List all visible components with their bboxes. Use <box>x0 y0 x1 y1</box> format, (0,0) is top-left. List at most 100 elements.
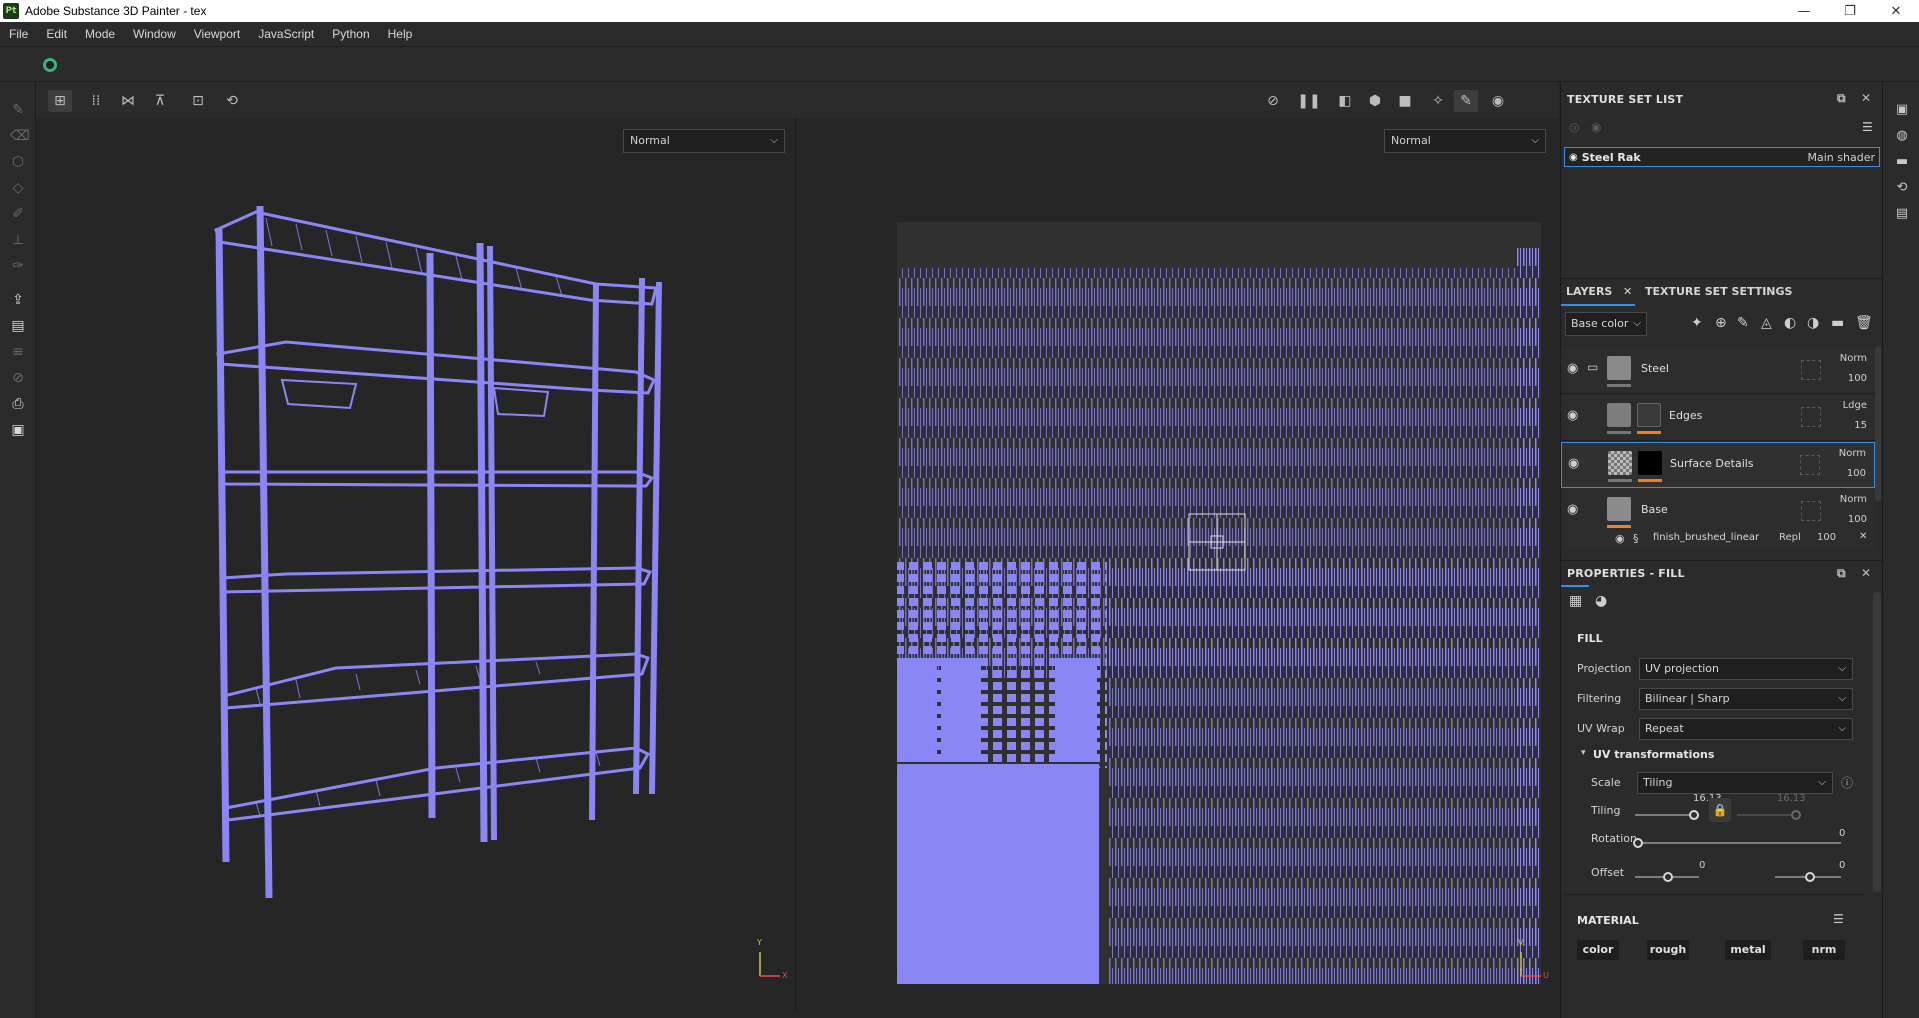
eye-icon[interactable]: ◉ <box>1567 502 1578 517</box>
tiling-grid-icon[interactable]: ⁞⁞ <box>84 90 108 112</box>
menu-python[interactable]: Python <box>323 27 378 41</box>
info-icon[interactable]: ⓘ <box>1841 774 1853 791</box>
material-menu-icon[interactable]: ☰ <box>1833 912 1844 926</box>
layer-opacity[interactable]: 100 <box>1848 514 1867 525</box>
display-settings-icon[interactable]: ▣ <box>10 422 26 438</box>
float-panel-icon[interactable]: ⧉ <box>1837 91 1846 106</box>
eye-icon[interactable]: ◉ <box>1615 532 1625 545</box>
layer-blend-mode[interactable]: Norm <box>1840 494 1867 505</box>
shelf-icon[interactable]: ▬ <box>1894 154 1910 170</box>
rotation-value[interactable]: 0 <box>1839 828 1845 839</box>
fill-settings-icon[interactable]: ▦ <box>1569 593 1582 609</box>
menu-edit[interactable]: Edit <box>37 27 76 41</box>
effect-row[interactable]: ◉ § finish_brushed_linear Repl 100 ✕ <box>1561 528 1875 550</box>
folder-icon[interactable]: ▭ <box>1587 360 1598 374</box>
uv-wrap-select[interactable]: Repeat ⌵ <box>1639 718 1853 740</box>
effect-opacity[interactable]: 100 <box>1817 532 1836 543</box>
layer-opacity[interactable]: 100 <box>1847 468 1866 479</box>
display-icon[interactable]: ▣ <box>1894 102 1910 118</box>
maximize-button[interactable]: ❐ <box>1827 0 1873 22</box>
effect-blend-mode[interactable]: Repl <box>1779 532 1801 543</box>
material-nrm-toggle[interactable]: nrm <box>1803 940 1845 960</box>
add-folder-icon[interactable]: ▬ <box>1831 315 1844 331</box>
add-effect-icon[interactable]: ⊕ <box>1715 315 1727 331</box>
eye-icon[interactable]: ◉ <box>1567 361 1578 376</box>
offset-v-handle[interactable] <box>1805 872 1815 882</box>
remove-effect-icon[interactable]: ✕ <box>1859 531 1867 542</box>
layers-scrollbar[interactable] <box>1875 346 1881 502</box>
layer-opacity[interactable]: 100 <box>1848 373 1867 384</box>
close-panel-icon[interactable]: ✕ <box>1861 566 1871 580</box>
history-icon[interactable]: ⟲ <box>1894 180 1910 196</box>
offset-u-value[interactable]: 0 <box>1699 860 1705 871</box>
magic-wand-icon[interactable]: ✦ <box>1691 315 1703 331</box>
material-sphere-icon[interactable]: ◕ <box>1595 593 1607 609</box>
add-mask-icon[interactable]: ◐ <box>1784 315 1796 331</box>
channel-select[interactable]: Base color ⌵ <box>1565 312 1647 336</box>
menu-lines-icon[interactable]: ☰ <box>1862 120 1873 134</box>
offset-v-value[interactable]: 0 <box>1839 860 1845 871</box>
hide-icon[interactable]: ⊘ <box>1261 90 1285 112</box>
transform-icon[interactable]: ⊘ <box>10 370 26 386</box>
properties-scrollbar[interactable] <box>1873 592 1881 892</box>
texture-set-item[interactable]: ◉ Steel Rak Main shader <box>1564 147 1880 167</box>
layer-blend-mode[interactable]: Ldge <box>1843 400 1867 411</box>
material-color-toggle[interactable]: color <box>1577 940 1619 960</box>
camera-icon[interactable]: ■ <box>1393 90 1417 112</box>
rotation-slider[interactable] <box>1635 842 1841 844</box>
log-icon[interactable]: ▤ <box>1894 206 1910 222</box>
frame-icon[interactable]: ⊡ <box>186 90 210 112</box>
polygon-fill-icon[interactable]: ◇ <box>10 180 26 196</box>
measure-icon[interactable]: ≡ <box>10 344 26 360</box>
menu-file[interactable]: File <box>0 27 37 41</box>
menu-mode[interactable]: Mode <box>76 27 124 41</box>
delete-layer-icon[interactable]: 🗑 <box>1855 315 1873 331</box>
light-icon[interactable]: ✧ <box>1426 90 1450 112</box>
eraser-icon[interactable]: ⌫ <box>10 128 30 144</box>
layer-opacity[interactable]: 15 <box>1854 420 1867 431</box>
tab-layers[interactable]: LAYERS <box>1566 285 1612 298</box>
add-paint-layer-icon[interactable]: ✎ <box>1737 315 1749 331</box>
projection-select[interactable]: UV projection ⌵ <box>1639 658 1853 680</box>
tiling-u-handle[interactable] <box>1689 810 1699 820</box>
symmetry-grid-icon[interactable]: ⊞ <box>48 90 72 112</box>
cube-view-icon[interactable]: ⬢ <box>1363 90 1387 112</box>
eye-icon[interactable]: ◉ <box>1567 408 1578 423</box>
lock-icon[interactable]: 🔒 <box>1709 798 1731 822</box>
visibility-off-icon[interactable]: ◎ <box>1569 120 1579 134</box>
paint-brush-icon[interactable]: ✎ <box>10 102 26 118</box>
history-icon[interactable]: ⟲ <box>220 90 244 112</box>
rotation-handle[interactable] <box>1633 838 1643 848</box>
add-smart-material-icon[interactable]: ◑ <box>1807 315 1819 331</box>
layer-blend-mode[interactable]: Norm <box>1840 353 1867 364</box>
layer-surface-details[interactable]: ◉ Surface Details Norm 100 <box>1561 442 1875 488</box>
scale-select[interactable]: Tiling ⌵ <box>1637 772 1833 794</box>
layer-blend-mode[interactable]: Norm <box>1839 448 1866 459</box>
viewport-3d[interactable]: Normal ⌵ Y X <box>36 118 796 1011</box>
offset-u-handle[interactable] <box>1663 872 1673 882</box>
tab-texture-set-settings[interactable]: TEXTURE SET SETTINGS <box>1645 285 1792 298</box>
mask-slot[interactable] <box>1801 360 1821 380</box>
menu-javascript[interactable]: JavaScript <box>249 27 323 41</box>
mask-slot[interactable] <box>1800 455 1820 475</box>
menu-window[interactable]: Window <box>124 27 185 41</box>
projection-icon[interactable]: ⬡ <box>10 154 26 170</box>
uv-transform-title[interactable]: UV transformations <box>1593 748 1714 761</box>
eye-icon[interactable]: ◉ <box>1591 120 1601 134</box>
layer-edges[interactable]: ◉ Edges Ldge 15 <box>1561 395 1875 441</box>
sync-status-icon[interactable] <box>43 58 57 72</box>
environment-icon[interactable]: ◍ <box>1894 128 1910 144</box>
mirror-x-icon[interactable]: ⋈ <box>116 90 140 112</box>
mask-slot[interactable] <box>1801 501 1821 521</box>
add-fill-layer-icon[interactable]: ◬ <box>1761 315 1772 331</box>
split-view-icon[interactable]: ◧ <box>1333 90 1357 112</box>
material-metal-toggle[interactable]: metal <box>1725 940 1771 960</box>
bake-icon[interactable]: ⇪ <box>10 292 26 308</box>
filtering-select[interactable]: Bilinear | Sharp ⌵ <box>1639 688 1853 710</box>
minimize-button[interactable]: — <box>1781 0 1827 22</box>
chevron-down-icon[interactable]: ▾ <box>1581 748 1586 758</box>
menu-viewport[interactable]: Viewport <box>185 27 249 41</box>
pause-icon[interactable]: ❚❚ <box>1297 90 1321 112</box>
export-icon[interactable]: ⎙ <box>10 396 26 412</box>
viewport-2d[interactable]: Normal ⌵ V U <box>797 118 1559 1011</box>
